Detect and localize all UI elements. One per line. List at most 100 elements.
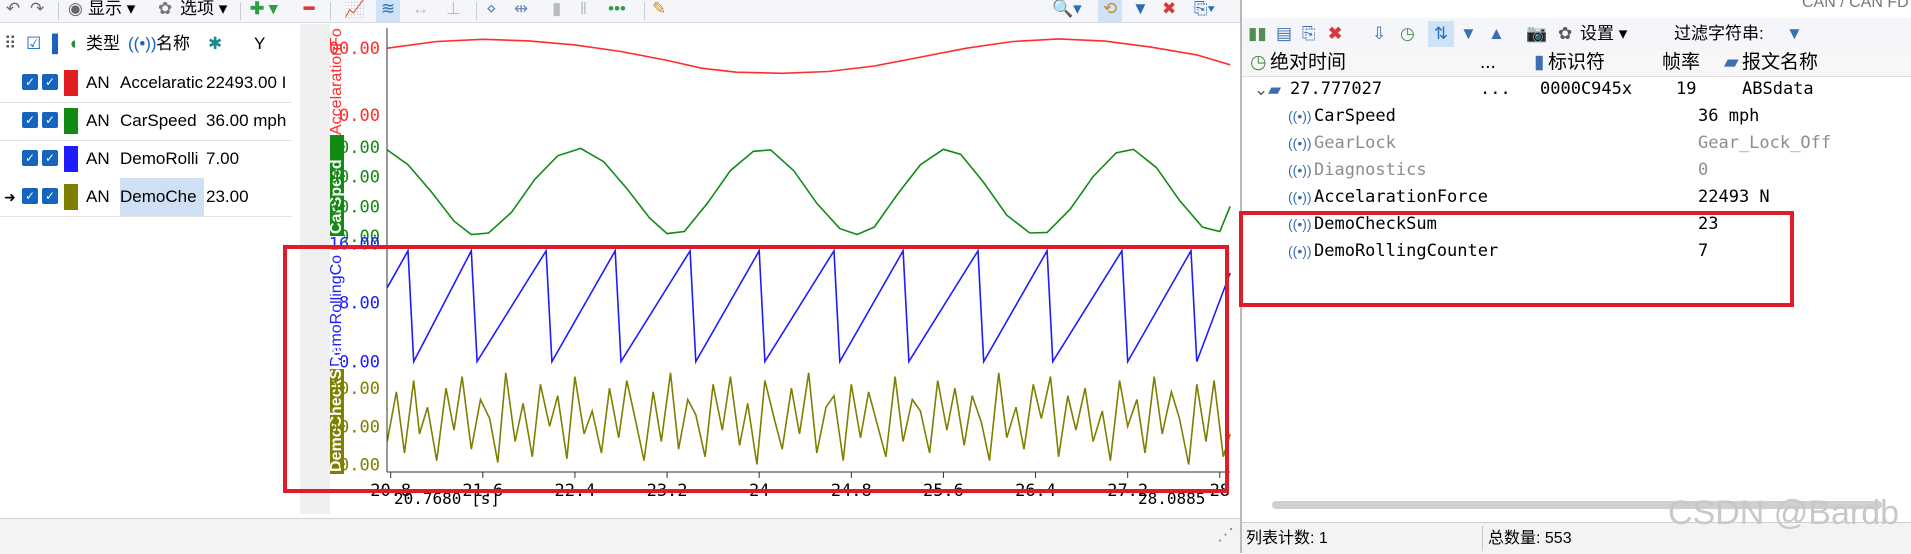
measure-icon[interactable]: ⇹	[514, 0, 528, 22]
y-tick-label: 200.00	[330, 168, 380, 188]
message-rate: 19	[1676, 79, 1697, 99]
signal-wave-icon: ((•))	[1288, 162, 1312, 178]
series-line[interactable]	[386, 147, 1231, 236]
time-column-header[interactable]: 绝对时间	[1270, 50, 1346, 76]
active-checkbox[interactable]: ✓	[42, 112, 58, 128]
rate-column-header[interactable]: 帧率	[1662, 50, 1700, 76]
search-icon[interactable]: 🔍▾	[1052, 0, 1082, 22]
pause-icon[interactable]: ‖	[580, 0, 587, 22]
visibility-checkbox[interactable]: ✓	[22, 74, 38, 90]
options-menu-button[interactable]: 选项 ▾	[180, 0, 227, 22]
signal-row[interactable]: ((•)) Diagnostics 0	[1242, 157, 1911, 184]
clear-filter-icon[interactable]: ✖	[1162, 0, 1176, 22]
signal-row[interactable]: ✓ ✓ AN CarSpeed 36.00 mph	[0, 102, 292, 141]
message-row[interactable]: ⌄ ▰ 27.777027 ... 0000C945x 19 ABSdata	[1242, 76, 1911, 103]
cursor-icon[interactable]: ⋄	[486, 0, 497, 22]
filter-icon[interactable]: ▼	[1132, 0, 1149, 22]
sync-icon[interactable]: ⟲	[1098, 0, 1122, 22]
color-swatch[interactable]	[64, 146, 78, 172]
id-column-header[interactable]: 标识符	[1548, 50, 1605, 76]
arrow-up-icon[interactable]: ▲	[1488, 21, 1505, 47]
pause-marker-icon[interactable]: ▮	[552, 0, 561, 22]
filter-funnel-icon[interactable]: ▼	[1786, 21, 1803, 47]
signal-row[interactable]: ((•)) GearLock Gear_Lock_Off	[1242, 130, 1911, 157]
name-column-header[interactable]: 报文名称	[1742, 50, 1818, 76]
add-signal-icon[interactable]: ✚ ▾	[250, 0, 278, 22]
dots-column-header[interactable]: ...	[1480, 50, 1496, 76]
toolbar-separator	[644, 2, 645, 20]
signal-row[interactable]: ((•)) AccelarationForce 22493 N	[1242, 184, 1911, 211]
active-checkbox[interactable]: ✓	[42, 74, 58, 90]
collapse-chevron-icon[interactable]: ⌄	[1254, 76, 1268, 103]
options-gear-icon: ✿	[158, 0, 173, 18]
clock-icon[interactable]: ◷	[1400, 21, 1415, 47]
multi-axis-icon[interactable]: ≋	[376, 0, 400, 22]
delete-icon[interactable]: ✖	[1328, 21, 1342, 47]
column-chooser-icon[interactable]: ⠿	[4, 24, 16, 64]
fit-vertical-icon[interactable]: ⊥	[446, 0, 461, 22]
settings-menu-button[interactable]: 设置 ▾	[1580, 21, 1627, 47]
trace-signal-name: Diagnostics	[1314, 160, 1427, 180]
color-swatch[interactable]	[64, 108, 78, 134]
y-column-header[interactable]: Y	[254, 24, 265, 64]
id-icon: ▮	[1534, 52, 1545, 73]
eraser-icon[interactable]: ✎	[652, 0, 666, 22]
signal-type: AN	[86, 73, 110, 92]
pause-icon[interactable]: ▮▮	[1248, 21, 1267, 47]
list-count-label: 列表计数: 1	[1246, 530, 1328, 547]
type-column-header[interactable]: 类型	[86, 24, 120, 64]
visibility-checkbox[interactable]: ✓	[22, 188, 38, 204]
signal-type: AN	[86, 149, 110, 168]
resize-grip-icon[interactable]: ⋰	[1217, 525, 1234, 545]
message-icon: ▰	[1268, 80, 1282, 99]
trace-signal-name: AccelarationForce	[1314, 187, 1488, 207]
visibility-checkbox[interactable]: ✓	[22, 150, 38, 166]
paste-icon[interactable]: ⎘	[1302, 21, 1316, 47]
graphics-status-bar: ⋰	[0, 518, 1240, 554]
settings-gear-icon: ✿	[1558, 24, 1573, 43]
graphics-toolbar: ↶ ↷ ◉ 显示 ▾ ✿ 选项 ▾ ✚ ▾ ━ 📈 ≋ ↔ ⊥ ⋄ ⇹ ▮ ‖ …	[0, 0, 1240, 23]
copy-icon[interactable]: ▤	[1276, 21, 1292, 47]
redo-icon[interactable]: ↷	[30, 0, 44, 22]
remove-signal-icon[interactable]: ━	[304, 0, 314, 22]
color-swatch[interactable]	[64, 70, 78, 96]
signal-list: ⠿ ☑ ▐ ◖ 类型 ((•)) 名称 ✱ Y ✓ ✓ AN Accelaratic 2…	[0, 24, 301, 514]
name-column-header[interactable]: 名称	[156, 24, 190, 64]
y-tick-label: 300.00	[330, 138, 380, 158]
toolbar-separator	[240, 2, 241, 20]
trace-signal-value: 22493 N	[1698, 187, 1770, 207]
network-icon: ✱	[208, 34, 223, 53]
scroll-down-icon[interactable]: ⇩	[1372, 21, 1386, 47]
signal-row[interactable]: ✓ ✓ AN DemoRolli 7.00	[0, 140, 292, 179]
signal-name: CarSpeed	[120, 111, 197, 130]
undo-icon[interactable]: ↶	[6, 0, 20, 22]
sort-icon[interactable]: ⇅	[1428, 21, 1454, 47]
fit-horizontal-icon[interactable]: ↔	[412, 0, 429, 22]
trace-toolbar: ▮▮ ▤ ⎘ ✖ ⇩ ◷ ⇅ ▼ ▲ 📷 ✿ 设置 ▾ 过滤字符串: ▼	[1242, 18, 1911, 51]
visibility-checkbox[interactable]: ✓	[22, 112, 38, 128]
total-count-label: 总数量: 553	[1488, 530, 1572, 547]
more-icon[interactable]: •••	[608, 0, 626, 22]
arrow-down-icon[interactable]: ▼	[1460, 21, 1477, 47]
signal-row[interactable]: ((•)) CarSpeed 36 mph	[1242, 103, 1911, 130]
trace-signal-value: 0	[1698, 160, 1709, 180]
signal-row[interactable]: ➜ ✓ ✓ AN DemoChe 23.00	[0, 178, 292, 217]
line-chart-icon[interactable]: 📈	[344, 0, 365, 22]
annotation-rectangle	[1239, 211, 1794, 307]
color-column-icon[interactable]: ▐	[46, 24, 58, 64]
display-menu-button[interactable]: 显示 ▾	[88, 0, 135, 22]
camera-icon[interactable]: 📷	[1526, 21, 1547, 47]
signal-icon: ((•))	[128, 34, 157, 53]
color-swatch[interactable]	[64, 184, 78, 210]
signal-row[interactable]: ✓ ✓ AN Accelaratic 22493.00 I	[0, 64, 292, 103]
active-checkbox[interactable]: ✓	[42, 150, 58, 166]
trace-signal-name: GearLock	[1314, 133, 1396, 153]
export-icon[interactable]: ⎘▾	[1194, 0, 1215, 22]
checkbox-column-icon[interactable]: ☑	[26, 24, 41, 64]
signal-wave-icon: ((•))	[1288, 135, 1312, 151]
trace-signal-name: CarSpeed	[1314, 106, 1396, 126]
series-line[interactable]	[387, 38, 1231, 75]
watermark-text: CSDN @Bardb	[1668, 494, 1900, 532]
display-icon: ◉	[68, 0, 83, 18]
active-checkbox[interactable]: ✓	[42, 188, 58, 204]
